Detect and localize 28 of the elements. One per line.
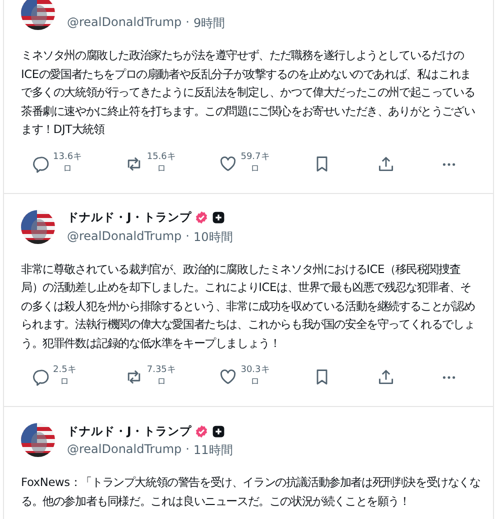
like-count: 30.3キロ: [240, 364, 270, 388]
post-time[interactable]: 9時間: [193, 15, 226, 32]
post-text: 非常に尊敬されている裁判官が、政治的に腐敗したミネソタ州におけるICE（移民税関捜査局）の活動差し止めを却下しました。これによりICEは、世界で最も凶悪で残忍な犯罪者、その多くは殺人犯を州から排除するという、非常に成功を収めている活動を継続することが認められます。法執行機関の偉大な愛国者たちは、これからも我が国の安全を守ってくれるでしょう。犯罪件数は記録的な低水準をキープしましょう！: [21, 260, 476, 352]
user-handle[interactable]: @realDonaldTrump: [67, 15, 182, 32]
heart-icon[interactable]: [218, 154, 237, 172]
share-icon[interactable]: [376, 154, 395, 172]
reply-icon[interactable]: [31, 154, 49, 172]
reply-count: 2.5キロ: [53, 364, 76, 388]
heart-icon[interactable]: [218, 368, 237, 386]
repost-count: 15.6キロ: [146, 150, 176, 174]
post-text: ミネソタ州の腐敗した政治家たちが法を遵守せず、ただ職務を遂行しようとしているだけのICEの愛国者たちをプロの扇動者や反乱分子が攻撃するのを止めないのであれば、私はこれまで多くの大統領が行ってきたように反乱法を制定し、かつて偉大だったこの州で起こっている茶番劇に速やかに終止符を打ちます。この問題にご関心をお寄せいただき、ありがとうございます！DJT大統領: [21, 47, 476, 138]
reply-icon[interactable]: [31, 368, 49, 386]
post-time[interactable]: 11時間: [193, 442, 233, 459]
separator-dot: ·: [186, 442, 190, 458]
more-icon[interactable]: [441, 160, 458, 168]
post-time[interactable]: 10時間: [193, 228, 233, 246]
user-handle[interactable]: @realDonaldTrump: [67, 228, 182, 246]
post-text: FoxNews：「トランプ大統領の警告を受け、イランの抗議活動参加者は死刑判決を受けなくなる。他の参加者も同様だ。これは良いニュースだ。この状況が続くことを願う！: [21, 474, 481, 510]
separator-dot: ·: [186, 15, 190, 31]
display-name[interactable]: ドナルド・J・トランプ: [67, 210, 192, 225]
separator-dot: ·: [186, 228, 190, 244]
reply-count: 13.6キロ: [53, 150, 82, 174]
repost-count: 7.35キロ: [146, 364, 176, 388]
like-count: 59.7キロ: [240, 150, 270, 174]
share-icon[interactable]: [376, 368, 395, 386]
display-name[interactable]: ドナルド・J・トランプ: [67, 424, 192, 438]
more-icon[interactable]: [441, 374, 458, 381]
user-handle[interactable]: @realDonaldTrump: [67, 442, 182, 459]
